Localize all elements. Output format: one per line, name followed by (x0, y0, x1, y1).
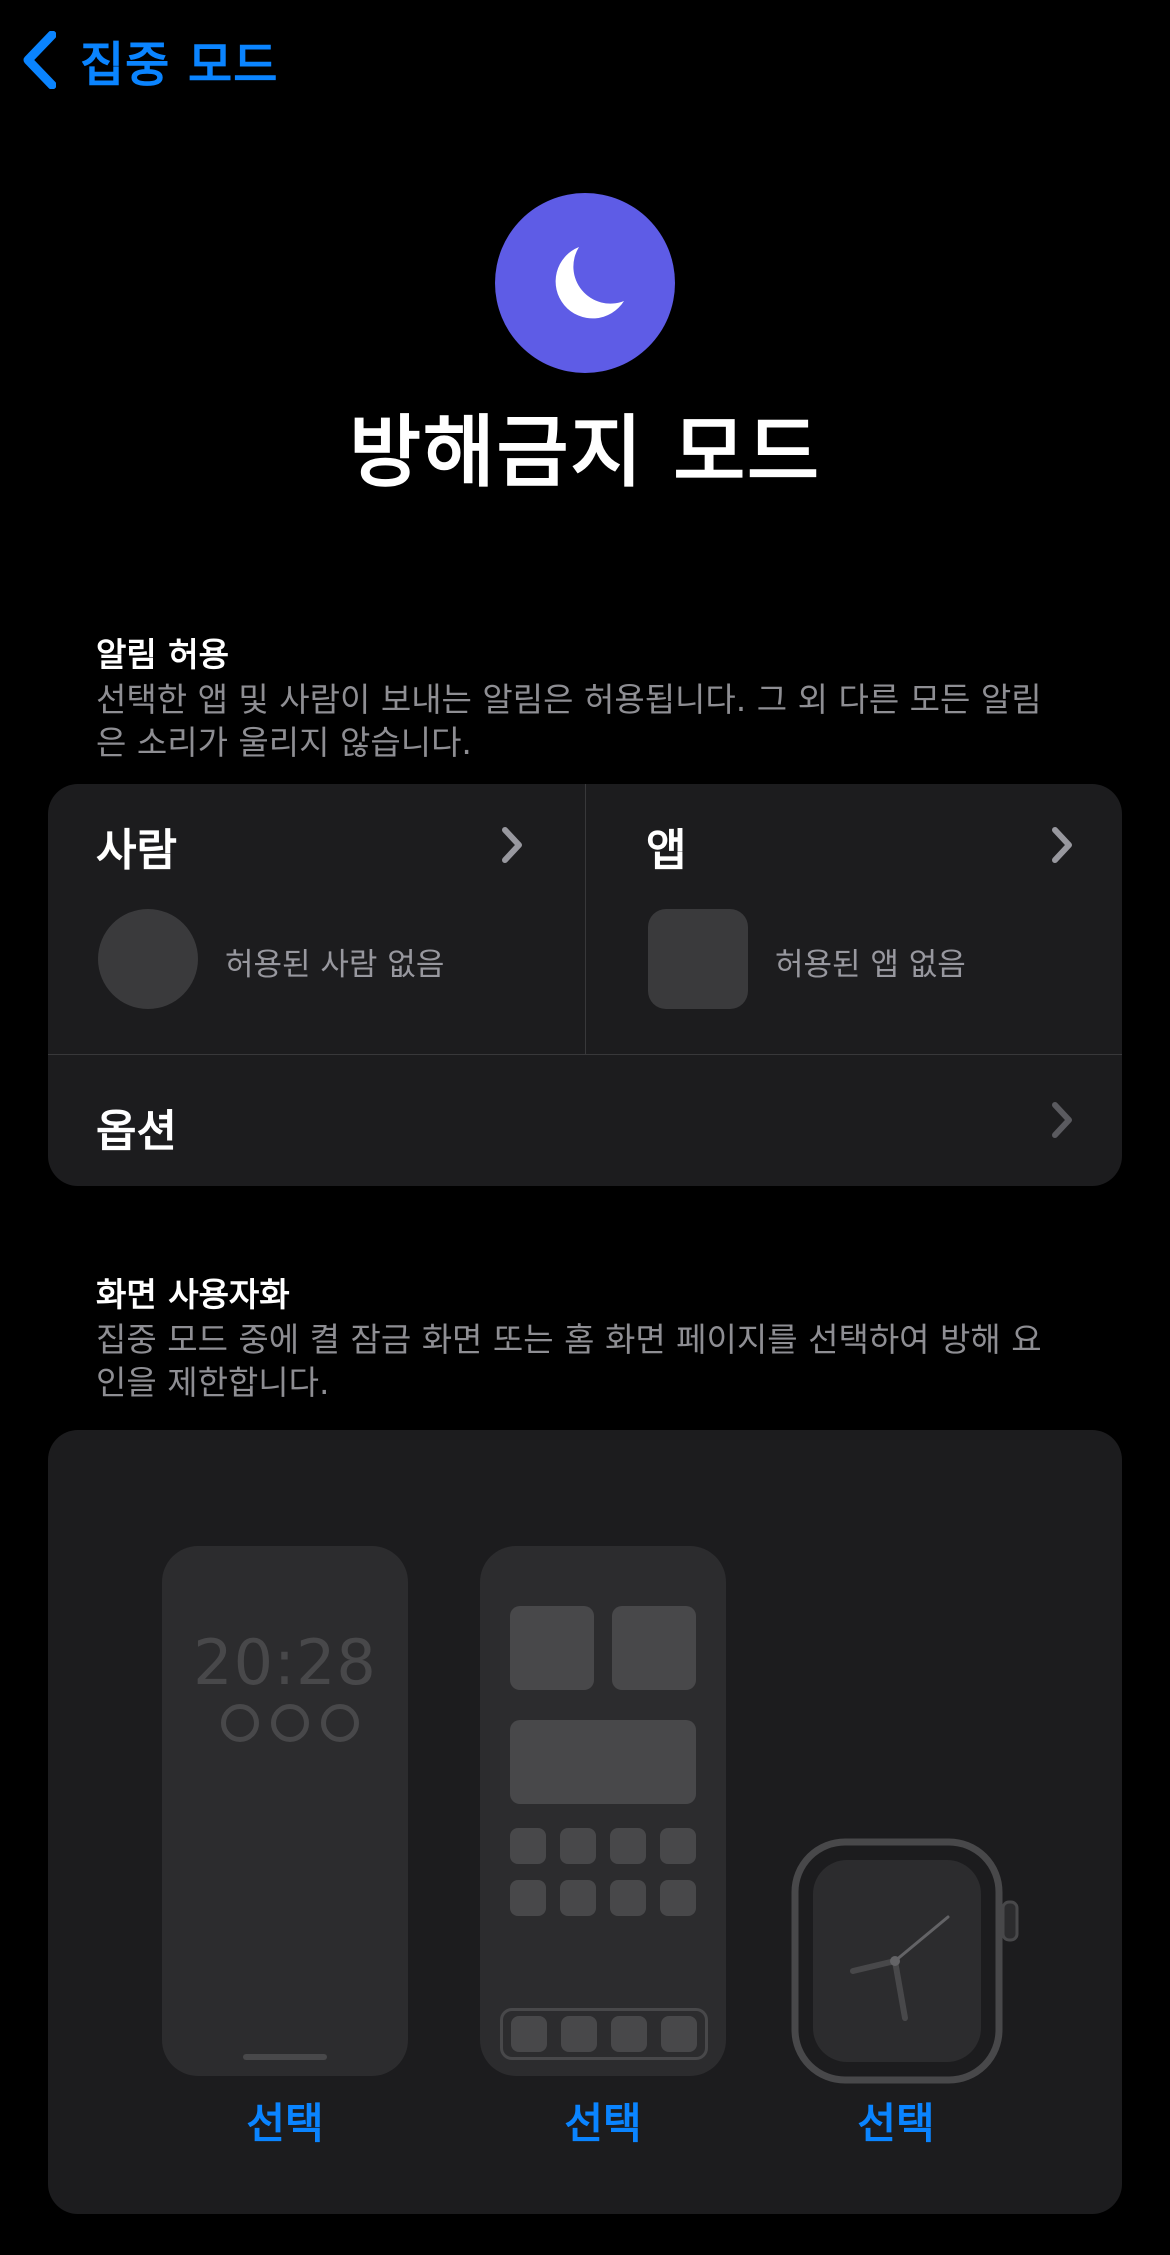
app-icon-placeholder (560, 1880, 596, 1916)
options-label: 옵션 (96, 1106, 177, 1157)
widget-circle (271, 1704, 309, 1742)
section-title-customize-screens: 화면 사용자화 (96, 1275, 290, 1314)
home-screen-select-button[interactable]: 선택 (480, 2090, 726, 2151)
app-icon-placeholder (610, 1880, 646, 1916)
widget-tile-wide (510, 1720, 696, 1804)
people-placeholder-avatar (98, 909, 198, 1009)
lock-screen-widgets (221, 1704, 359, 1742)
watch-face-preview[interactable] (791, 1838, 1021, 2084)
watch-icon (791, 1838, 1019, 2084)
chevron-right-icon (502, 827, 522, 863)
app-icon-placeholder (610, 1828, 646, 1864)
allowed-notifications-card: 사람 허용된 사람 없음 앱 허용된 앱 없음 옵션 (48, 784, 1122, 1186)
chevron-right-icon (1052, 1102, 1072, 1138)
app-icon-placeholder (510, 1880, 546, 1916)
app-icon-placeholder (660, 1880, 696, 1916)
section-description-customize-screens: 집중 모드 중에 켤 잠금 화면 또는 홈 화면 페이지를 선택하여 방해 요인… (96, 1320, 1042, 1402)
widget-tile (510, 1606, 594, 1690)
options-row[interactable]: 옵션 (48, 1055, 1122, 1186)
mode-icon (495, 193, 675, 373)
page-title: 방해금지 모드 (349, 408, 821, 498)
apps-placeholder-icon (648, 909, 748, 1009)
back-button[interactable]: 집중 모드 (22, 20, 278, 100)
chevron-left-icon (23, 31, 56, 89)
people-empty-text: 허용된 사람 없음 (225, 947, 445, 983)
people-label: 사람 (96, 825, 177, 876)
dock-app-placeholder (611, 2016, 647, 2052)
section-description-allowed-notifications: 선택한 앱 및 사람이 보내는 알림은 허용됩니다. 그 외 다른 모든 알림은… (96, 680, 1042, 762)
dock-app-placeholder (511, 2016, 547, 2052)
app-icon-placeholder (660, 1828, 696, 1864)
lock-screen-preview[interactable]: 20:28 (162, 1546, 408, 2076)
home-screen-preview[interactable] (480, 1546, 726, 2076)
watch-face-select-button[interactable]: 선택 (791, 2090, 1001, 2151)
moon-icon (555, 247, 624, 319)
lock-screen-time: 20:28 (193, 1626, 377, 1699)
app-icon-placeholder (560, 1828, 596, 1864)
dock-app-placeholder (661, 2016, 697, 2052)
back-label: 집중 모드 (80, 37, 279, 93)
widget-tile (612, 1606, 696, 1690)
customize-screens-card: 20:28 선택 선택 선택 (48, 1430, 1122, 2214)
chevron-right-icon (1052, 827, 1072, 863)
apps-label: 앱 (646, 825, 687, 876)
section-title-allowed-notifications: 알림 허용 (96, 635, 229, 674)
lock-screen-select-button[interactable]: 선택 (162, 2090, 408, 2151)
dock-app-placeholder (561, 2016, 597, 2052)
widget-circle (221, 1704, 259, 1742)
dock (500, 2008, 708, 2060)
apps-empty-text: 허용된 앱 없음 (775, 947, 966, 983)
widget-circle (321, 1704, 359, 1742)
home-indicator (243, 2054, 327, 2060)
apps-cell[interactable]: 앱 허용된 앱 없음 (586, 784, 1122, 1054)
app-icon-placeholder (510, 1828, 546, 1864)
people-cell[interactable]: 사람 허용된 사람 없음 (48, 784, 585, 1054)
